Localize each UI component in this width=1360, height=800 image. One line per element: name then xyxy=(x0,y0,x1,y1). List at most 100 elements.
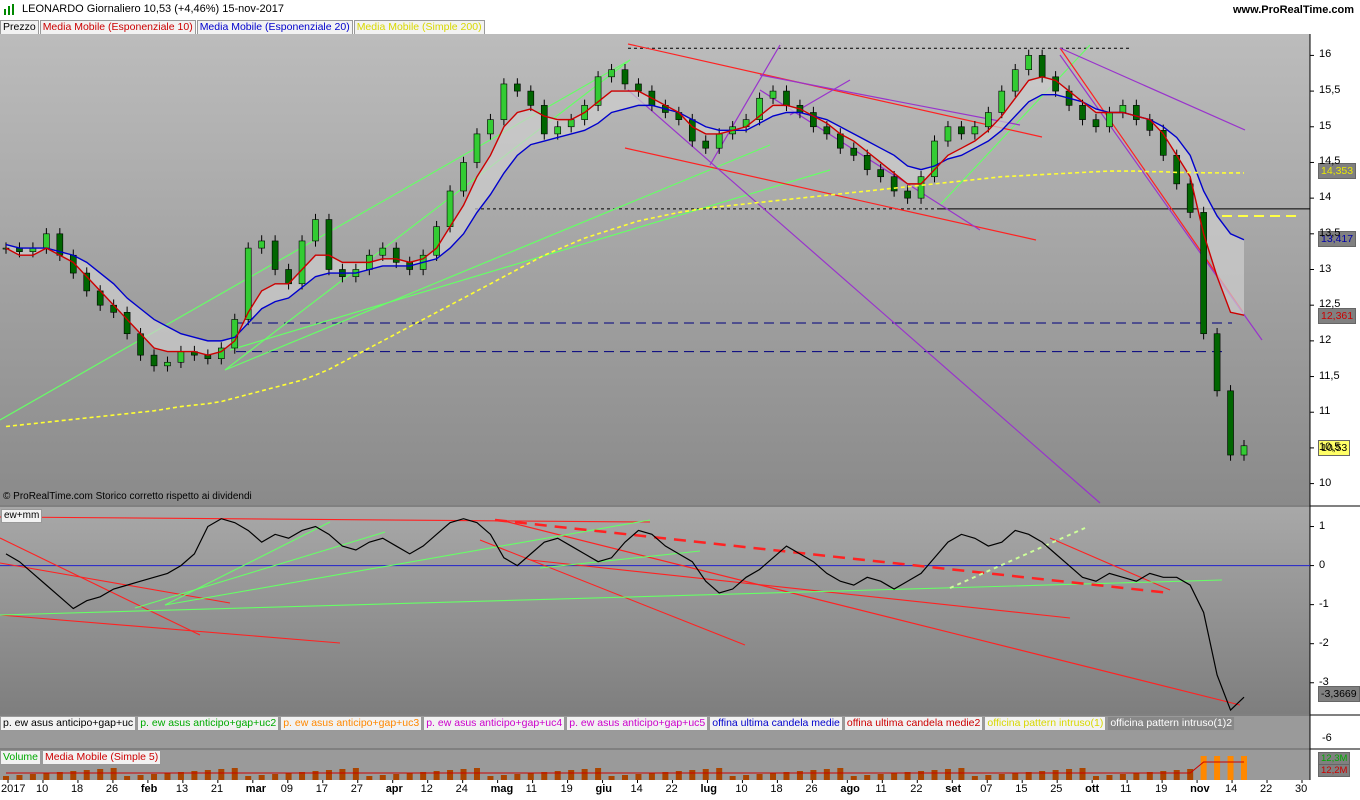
volume-bar xyxy=(231,768,238,780)
candle-body xyxy=(527,90,535,106)
volume-bar xyxy=(595,768,602,780)
volume-bar xyxy=(1052,770,1059,780)
volume-bar xyxy=(998,774,1005,780)
volume-bar xyxy=(70,771,77,780)
signal-legend-uc[interactable]: p. ew asus anticipo+gap+uc xyxy=(0,716,137,731)
signal-legend-uc3[interactable]: p. ew asus anticipo+gap+uc3 xyxy=(280,716,423,731)
candle-body xyxy=(177,351,185,363)
volume-bar xyxy=(16,775,23,780)
candle-body xyxy=(783,90,790,106)
candle-body xyxy=(1240,445,1248,456)
volume-bar xyxy=(527,773,534,780)
x-tick-label: 25 xyxy=(1050,783,1063,795)
x-tick-label: 11 xyxy=(525,783,538,795)
candle-body xyxy=(863,155,871,170)
signal-legend-uc2[interactable]: p. ew asus anticipo+gap+uc2 xyxy=(137,716,280,731)
x-tick-label: 10 xyxy=(35,783,49,795)
signal-legend-medie[interactable]: offina ultima candela medie xyxy=(709,716,843,731)
candle-body xyxy=(554,126,562,135)
volume-bar xyxy=(850,776,857,780)
signal-legend-intruso[interactable]: officina pattern intruso(1) xyxy=(984,716,1107,731)
volume-bar xyxy=(971,776,978,780)
x-tick-label: 17 xyxy=(315,783,328,795)
x-tick-label: set xyxy=(945,783,962,795)
volume-legend-sma5[interactable]: Media Mobile (Simple 5) xyxy=(42,750,162,765)
price-tick-label: 13 xyxy=(1319,262,1332,275)
volume-bar xyxy=(944,769,951,780)
price-tick-label: 14,5 xyxy=(1319,155,1341,168)
x-tick-label: 18 xyxy=(770,783,783,795)
badge-volume-sma: 12,2M xyxy=(1318,764,1351,777)
signal-legend-intruso2[interactable]: officina pattern intruso(1)2 xyxy=(1107,716,1236,731)
candle-body xyxy=(433,226,440,256)
x-tick-label: 14 xyxy=(1225,783,1238,795)
candle-body xyxy=(850,147,858,156)
x-tick-label: 18 xyxy=(70,783,84,795)
volume-bar xyxy=(137,775,144,780)
candle-body xyxy=(958,126,965,135)
candle-body xyxy=(877,169,884,178)
volume-bar xyxy=(164,773,171,780)
x-tick-label: ott xyxy=(1085,783,1100,795)
volume-bar xyxy=(325,770,332,780)
volume-bar xyxy=(877,774,884,780)
volume-legend-volume[interactable]: Volume xyxy=(0,750,42,765)
x-tick-label: 24 xyxy=(455,783,468,795)
volume-bar xyxy=(891,773,898,780)
volume-bar xyxy=(339,769,346,780)
price-tick-label: 11,5 xyxy=(1319,369,1340,382)
volume-bar xyxy=(931,770,938,780)
indicator-label[interactable]: ew+mm xyxy=(1,509,43,523)
price-tick-label: 13,5 xyxy=(1319,226,1341,239)
candle-body xyxy=(837,133,844,149)
candle-body xyxy=(164,361,171,367)
x-tick-label: 27 xyxy=(350,783,363,795)
volume-bar xyxy=(608,776,615,780)
candle-body xyxy=(446,190,454,227)
volume-bar xyxy=(151,774,158,780)
candle-body xyxy=(904,190,911,199)
signal-legend-medie2[interactable]: offina ultima candela medie2 xyxy=(843,716,984,731)
volume-bar xyxy=(716,768,723,780)
volume-bar xyxy=(514,774,521,780)
volume-bar xyxy=(1241,756,1247,780)
x-tick-label: 26 xyxy=(805,783,818,795)
candle-body xyxy=(1213,333,1221,392)
candle-body xyxy=(487,119,494,135)
candle-body xyxy=(985,112,992,128)
chart-canvas[interactable] xyxy=(0,0,1360,800)
candle-body xyxy=(635,83,642,92)
x-tick-label: 14 xyxy=(630,783,643,795)
price-axis-bg xyxy=(1310,34,1360,505)
price-tick-label: 11 xyxy=(1319,405,1331,418)
volume-bar xyxy=(124,776,131,780)
x-tick-label: feb xyxy=(140,783,158,795)
candle-body xyxy=(473,133,481,163)
x-tick-label: giu xyxy=(595,783,613,795)
volume-bar xyxy=(487,776,494,780)
volume-bar xyxy=(258,775,265,780)
badge-ema10: 12,361 xyxy=(1318,308,1357,324)
volume-bar xyxy=(218,769,225,780)
candle-body xyxy=(715,133,723,149)
candle-body xyxy=(1038,55,1046,78)
badge-signals: -6 xyxy=(1322,732,1332,744)
signals-legend: p. ew asus anticipo+gap+uc p. ew asus an… xyxy=(0,716,1236,731)
volume-bar xyxy=(285,773,292,780)
volume-bar xyxy=(675,771,682,780)
volume-bar xyxy=(568,770,575,780)
x-tick-label: mar xyxy=(245,783,266,795)
volume-bar xyxy=(756,774,763,780)
x-tick-label: 10 xyxy=(735,783,748,795)
x-tick-label: 21 xyxy=(210,783,224,795)
volume-bar xyxy=(689,770,696,780)
x-tick-label: 22 xyxy=(665,783,678,795)
volume-bar xyxy=(43,773,50,780)
volume-bar xyxy=(1079,768,1086,780)
signal-legend-uc5[interactable]: p. ew asus anticipo+gap+uc5 xyxy=(566,716,709,731)
signal-legend-uc4[interactable]: p. ew asus anticipo+gap+uc4 xyxy=(423,716,566,731)
indicator-tick-label: -1 xyxy=(1319,597,1329,610)
x-tick-label: 09 xyxy=(280,783,294,795)
x-tick-label: 30 xyxy=(1295,783,1308,795)
price-tick-label: 12,5 xyxy=(1319,298,1341,311)
